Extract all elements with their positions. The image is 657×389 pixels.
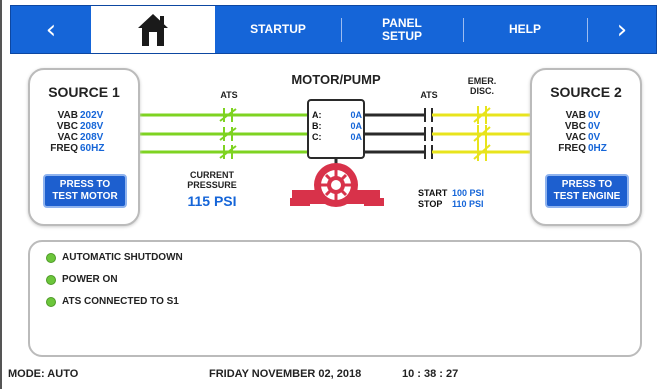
source1-vac: VAC 208V xyxy=(44,132,104,143)
emer-line2: DISC. xyxy=(469,86,494,96)
source1-panel: SOURCE 1 VAB 202V VBC 208V VAC 208V FREQ 60H… xyxy=(28,68,140,226)
ats-right-label: ATS xyxy=(420,90,438,100)
test-engine-button[interactable]: PRESS TO TEST ENGINE xyxy=(545,174,629,208)
reading-value: 0V xyxy=(588,110,601,121)
phase-a-value: 0A xyxy=(350,110,362,120)
status-item: POWER ON xyxy=(46,274,118,285)
ats-left-label: ATS xyxy=(220,90,238,100)
reading-value: 202V xyxy=(80,110,104,121)
status-panel: AUTOMATIC SHUTDOWN POWER ON ATS CONNECTE… xyxy=(28,240,642,357)
start-setpoint: START 100 PSI xyxy=(418,188,484,199)
test-engine-line1: PRESS TO xyxy=(561,179,613,190)
status-text: POWER ON xyxy=(62,274,118,285)
reading-label: VBC xyxy=(56,121,78,132)
status-item: AUTOMATIC SHUTDOWN xyxy=(46,252,183,263)
source1-readings: VAB 202V VBC 208V VAC 208V FREQ 60HZ xyxy=(44,110,104,154)
source2-panel: SOURCE 2 VAB 0V VBC 0V VAC 0V FREQ 0HZ PRESS… xyxy=(530,68,642,226)
test-motor-line1: PRESS TO xyxy=(59,179,111,190)
phase-b-value: 0A xyxy=(350,121,362,131)
reading-value: 208V xyxy=(80,121,104,132)
pressure-value: 115 PSI xyxy=(187,193,237,209)
current-pressure-line1: CURRENT xyxy=(190,170,234,180)
setpoints: START 100 PSI STOP 110 PSI xyxy=(418,188,484,210)
phase-a-label: A: xyxy=(312,110,322,120)
status-text: AUTOMATIC SHUTDOWN xyxy=(62,252,183,263)
time-display: 10 : 38 : 27 xyxy=(402,368,459,380)
reading-value: 0HZ xyxy=(588,143,607,154)
source2-title: SOURCE 2 xyxy=(550,84,622,100)
footer-bar: MODE: AUTO FRIDAY NOVEMBER 02, 2018 10 :… xyxy=(4,366,654,384)
source2-vbc: VBC 0V xyxy=(552,121,607,132)
reading-value: 60HZ xyxy=(80,143,105,154)
reading-label: VAC xyxy=(57,132,78,143)
status-led-icon xyxy=(46,252,56,263)
source1-title: SOURCE 1 xyxy=(48,84,120,100)
reading-label: FREQ xyxy=(50,143,78,154)
ats2-contact-icon xyxy=(424,108,433,159)
start-value: 100 PSI xyxy=(452,188,485,198)
hmi-screen: ‹ STARTUP PANEL SETUP HELP › MOTOR/PUMP … xyxy=(0,0,657,389)
source2-lines xyxy=(432,113,530,154)
phase-c-row: C: 0A xyxy=(312,132,362,143)
source2-vab: VAB 0V xyxy=(552,110,607,121)
pump-icon xyxy=(290,163,384,207)
source1-vab: VAB 202V xyxy=(44,110,104,121)
emer-disc-label: EMER. DISC. xyxy=(457,76,507,96)
reading-label: VAB xyxy=(565,110,586,121)
reading-label: VBC xyxy=(564,121,586,132)
stop-setpoint: STOP 110 PSI xyxy=(418,199,484,210)
stop-label: STOP xyxy=(418,199,443,209)
phase-currents: A: 0A B: 0A C: 0A xyxy=(312,110,362,143)
source2-freq: FREQ 0HZ xyxy=(552,143,607,154)
date-display: FRIDAY NOVEMBER 02, 2018 xyxy=(209,368,362,380)
status-text: ATS CONNECTED TO S1 xyxy=(62,296,179,307)
current-pressure-line2: PRESSURE xyxy=(187,180,237,190)
source2-readings: VAB 0V VBC 0V VAC 0V FREQ 0HZ xyxy=(552,110,607,154)
phase-c-value: 0A xyxy=(350,132,362,142)
phase-a-row: A: 0A xyxy=(312,110,362,121)
source2-vac: VAC 0V xyxy=(552,132,607,143)
motor-pump-title: MOTOR/PUMP xyxy=(291,72,381,87)
status-item: ATS CONNECTED TO S1 xyxy=(46,296,179,307)
test-motor-button[interactable]: PRESS TO TEST MOTOR xyxy=(43,174,127,208)
test-engine-line2: TEST ENGINE xyxy=(553,191,621,202)
status-led-icon xyxy=(46,274,56,285)
motor-lines xyxy=(364,113,425,154)
reading-label: VAC xyxy=(565,132,586,143)
reading-label: VAB xyxy=(57,110,78,121)
test-motor-line2: TEST MOTOR xyxy=(52,191,118,202)
current-pressure-label: CURRENT PRESSURE xyxy=(172,170,252,190)
emer-line1: EMER. xyxy=(467,76,497,86)
stop-value: 110 PSI xyxy=(452,199,484,209)
reading-label: FREQ xyxy=(558,143,586,154)
phase-c-label: C: xyxy=(312,132,322,142)
reading-value: 208V xyxy=(80,132,104,143)
start-label: START xyxy=(418,188,448,198)
status-led-icon xyxy=(46,296,56,307)
phase-b-label: B: xyxy=(312,121,322,131)
phase-b-row: B: 0A xyxy=(312,121,362,132)
mode-indicator: MODE: AUTO xyxy=(8,368,79,380)
source1-freq: FREQ 60HZ xyxy=(44,143,104,154)
reading-value: 0V xyxy=(588,121,601,132)
reading-value: 0V xyxy=(588,132,601,143)
source1-vbc: VBC 208V xyxy=(44,121,104,132)
